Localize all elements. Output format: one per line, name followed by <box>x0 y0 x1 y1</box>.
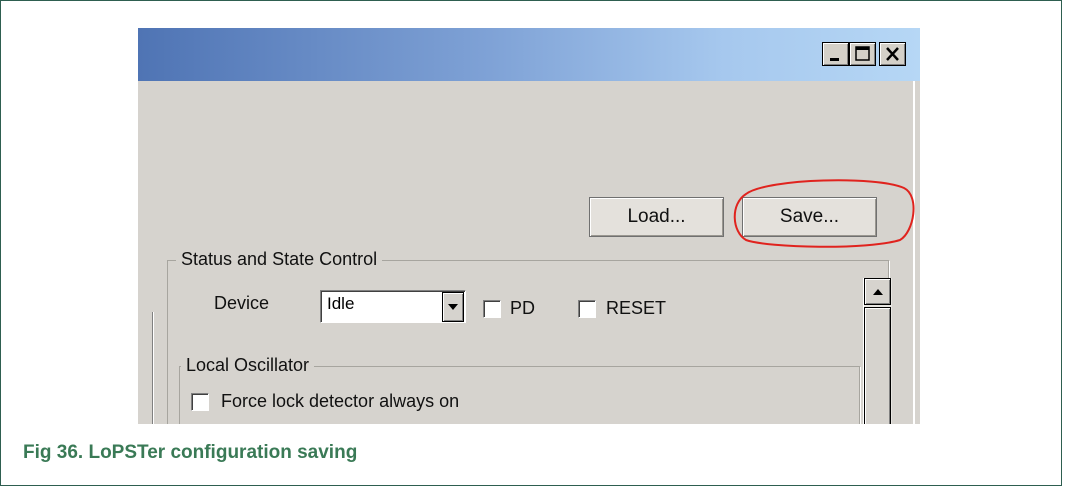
maximize-button[interactable] <box>849 42 876 66</box>
highlight-ellipse <box>733 179 915 248</box>
scrollbar-thumb[interactable] <box>864 307 891 424</box>
device-select-value: Idle <box>327 294 355 313</box>
dropdown-arrow-button[interactable] <box>442 292 464 322</box>
pd-checkbox[interactable] <box>483 300 501 318</box>
minimize-button[interactable] <box>822 42 849 66</box>
device-label: Device <box>214 293 270 313</box>
reset-label: RESET <box>606 298 667 318</box>
figure-caption: Fig 36. LoPSTer configuration saving <box>23 442 358 463</box>
left-panel-edge <box>138 312 153 424</box>
reset-checkbox[interactable] <box>578 300 596 318</box>
app-window: Load... Save... Status and State Control… <box>138 28 920 424</box>
status-group-title: Status and State Control <box>176 249 383 270</box>
vertical-scrollbar[interactable] <box>863 278 892 424</box>
window-client-area: Load... Save... Status and State Control… <box>138 81 920 424</box>
force-lock-label: Force lock detector always on <box>221 391 460 411</box>
scroll-up-arrow-icon <box>872 288 883 295</box>
window-right-border <box>913 81 920 424</box>
load-button-label: Load... <box>627 206 686 227</box>
chevron-down-icon <box>448 304 458 310</box>
oscillator-group-title: Local Oscillator <box>181 355 315 376</box>
scroll-up-button[interactable] <box>864 278 891 305</box>
close-button[interactable] <box>879 42 906 66</box>
window-titlebar[interactable] <box>138 28 920 81</box>
force-lock-checkbox[interactable] <box>191 393 209 411</box>
minimize-icon <box>830 58 839 61</box>
close-icon <box>886 47 899 61</box>
device-select[interactable]: Idle <box>320 290 466 323</box>
pd-label: PD <box>510 298 536 318</box>
load-button[interactable]: Load... <box>589 197 724 237</box>
maximize-icon <box>855 46 870 61</box>
